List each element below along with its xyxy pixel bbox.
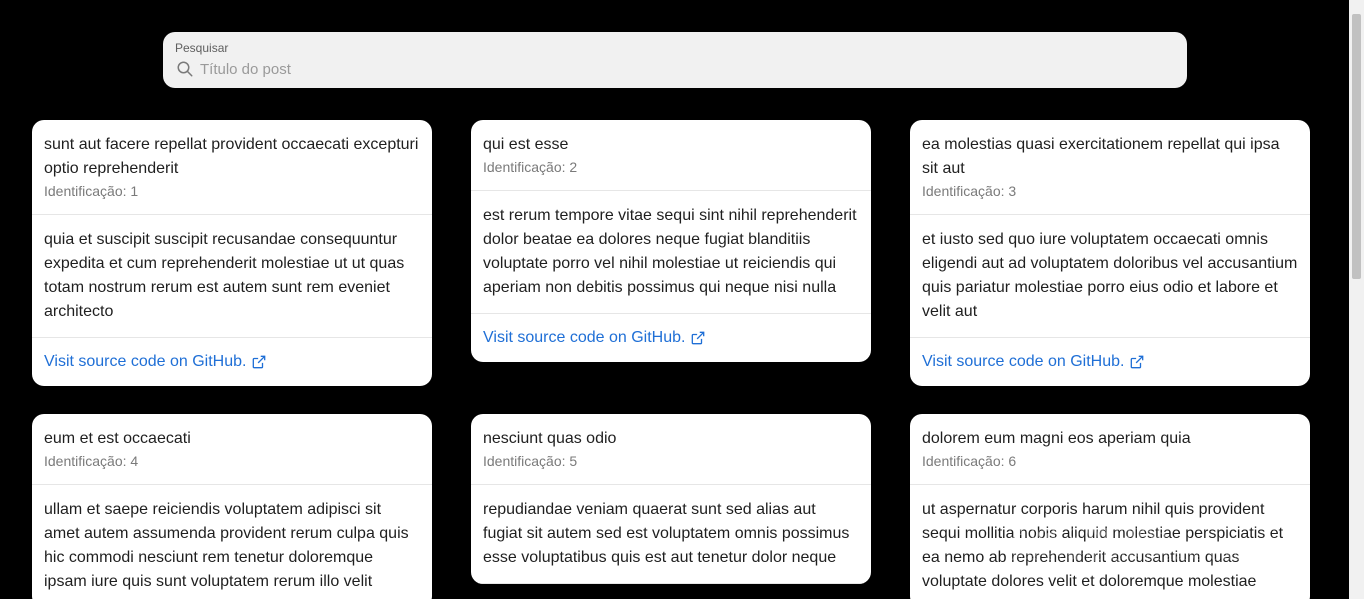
scrollbar-thumb[interactable] <box>1352 14 1361 279</box>
post-title: nesciunt quas odio <box>483 430 617 447</box>
post-id: Identificação: 1 <box>44 183 139 199</box>
post-card: eum et est occaecati Identificação: 4 ul… <box>32 414 432 599</box>
github-link-label: Visit source code on GitHub. <box>44 353 247 370</box>
external-link-icon <box>253 355 266 369</box>
external-link-icon <box>692 331 705 345</box>
post-card-footer: Visit source code on GitHub. <box>471 314 871 362</box>
vertical-scrollbar[interactable] <box>1349 0 1364 599</box>
post-body: et iusto sed quo iure voluptatem occaeca… <box>910 215 1310 338</box>
post-body: est rerum tempore vitae sequi sint nihil… <box>471 191 871 314</box>
post-id: Identificação: 4 <box>44 453 139 469</box>
search-box[interactable]: Pesquisar <box>163 32 1187 88</box>
post-title: qui est esse <box>483 136 569 153</box>
github-link-label: Visit source code on GitHub. <box>483 329 686 346</box>
post-body: ullam et saepe reiciendis voluptatem adi… <box>32 485 432 599</box>
post-card-header: nesciunt quas odio Identificação: 5 <box>471 414 871 485</box>
github-link[interactable]: Visit source code on GitHub. <box>922 351 1144 373</box>
post-card: dolorem eum magni eos aperiam quia Ident… <box>910 414 1310 599</box>
post-card-header: ea molestias quasi exercitationem repell… <box>910 120 1310 215</box>
external-link-icon <box>1131 355 1144 369</box>
search-label: Pesquisar <box>175 41 229 55</box>
post-body: quia et suscipit suscipit recusandae con… <box>32 215 432 338</box>
search-input[interactable] <box>200 58 1160 80</box>
github-link[interactable]: Visit source code on GitHub. <box>44 351 266 373</box>
post-title: sunt aut facere repellat provident occae… <box>44 136 419 177</box>
post-body: repudiandae veniam quaerat sunt sed alia… <box>471 485 871 584</box>
post-id: Identificação: 5 <box>483 453 578 469</box>
post-card: sunt aut facere repellat provident occae… <box>32 120 432 386</box>
post-title: eum et est occaecati <box>44 430 191 447</box>
post-card-footer: Visit source code on GitHub. <box>32 338 432 386</box>
page: Pesquisar sunt aut facere repellat provi… <box>0 0 1364 599</box>
post-card-header: sunt aut facere repellat provident occae… <box>32 120 432 215</box>
post-title: ea molestias quasi exercitationem repell… <box>922 136 1280 177</box>
post-card: nesciunt quas odio Identificação: 5 repu… <box>471 414 871 584</box>
github-link-label: Visit source code on GitHub. <box>922 353 1125 370</box>
post-id: Identificação: 2 <box>483 159 578 175</box>
post-title: dolorem eum magni eos aperiam quia <box>922 430 1191 447</box>
github-link[interactable]: Visit source code on GitHub. <box>483 327 705 349</box>
post-card: ea molestias quasi exercitationem repell… <box>910 120 1310 386</box>
post-body: ut aspernatur corporis harum nihil quis … <box>910 485 1310 599</box>
post-card-header: qui est esse Identificação: 2 <box>471 120 871 191</box>
post-card: qui est esse Identificação: 2 est rerum … <box>471 120 871 362</box>
post-card-footer: Visit source code on GitHub. <box>910 338 1310 386</box>
post-id: Identificação: 6 <box>922 453 1017 469</box>
post-card-header: dolorem eum magni eos aperiam quia Ident… <box>910 414 1310 485</box>
post-card-header: eum et est occaecati Identificação: 4 <box>32 414 432 485</box>
post-id: Identificação: 3 <box>922 183 1017 199</box>
search-icon <box>177 61 193 77</box>
